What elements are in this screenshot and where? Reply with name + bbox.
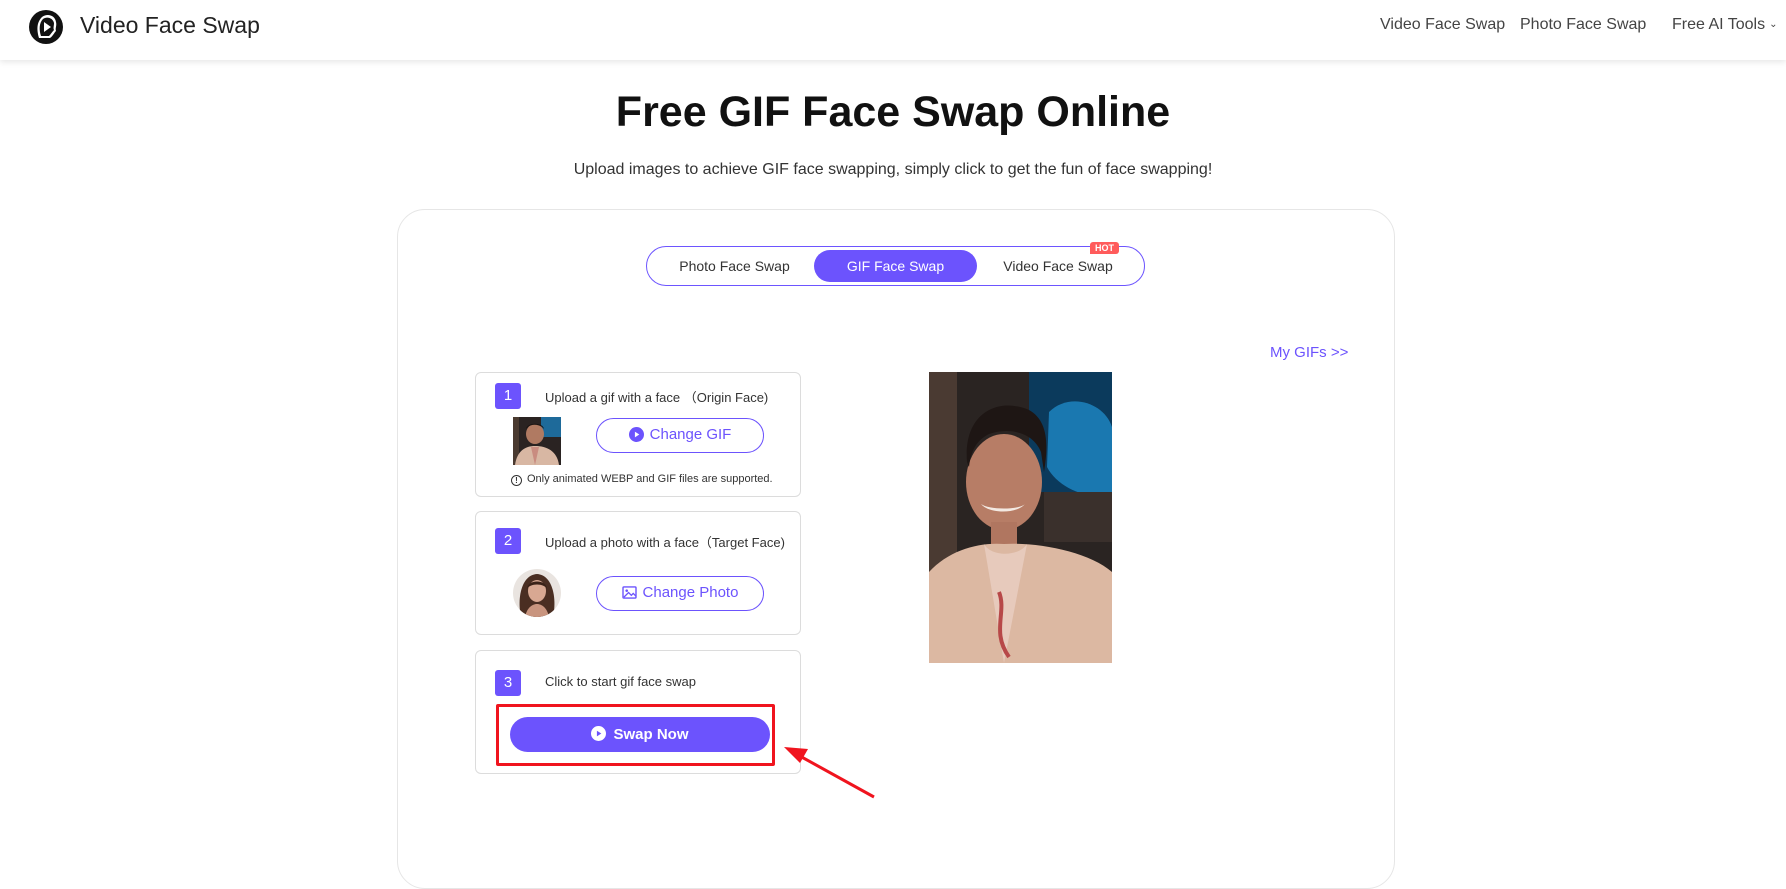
mode-tab-switcher: Photo Face Swap GIF Face Swap Video Face…: [646, 246, 1145, 286]
image-icon: [621, 585, 637, 599]
play-circle-icon: [591, 725, 607, 741]
nav-photo-face-swap[interactable]: Photo Face Swap: [1520, 16, 1646, 34]
nav-free-ai-tools[interactable]: Free AI Tools ⌄: [1672, 16, 1777, 34]
nav-label: Free AI Tools: [1672, 16, 1766, 33]
gif-preview-image: [929, 372, 1112, 663]
step-title: Upload a gif with a face （Origin Face): [545, 390, 769, 405]
nav-label: Photo Face Swap: [1520, 16, 1647, 33]
supported-formats-note: ! Only animated WEBP and GIF files are su…: [511, 473, 773, 486]
step-number: 1: [495, 383, 521, 409]
tab-photo-face-swap[interactable]: Photo Face Swap: [661, 250, 808, 282]
play-circle-icon: [628, 426, 644, 442]
change-photo-button[interactable]: Change Photo: [596, 576, 764, 611]
page-subtitle: Upload images to achieve GIF face swappi…: [573, 161, 1213, 178]
my-gifs-link[interactable]: My GIFs >>: [1270, 344, 1348, 361]
chevron-down-icon: ⌄: [1769, 19, 1778, 30]
step-1-card: 1 Upload a gif with a face （Origin Face)…: [475, 372, 801, 497]
step-number: 2: [495, 528, 521, 554]
button-label: Change GIF: [649, 426, 732, 443]
page-title: Free GIF Face Swap Online: [615, 88, 1171, 136]
nav-label: Video Face Swap: [1380, 16, 1506, 33]
brand-name[interactable]: Video Face Swap: [80, 12, 260, 39]
top-header: Video Face Swap Video Face Swap Photo Fa…: [0, 0, 1786, 60]
button-label: Swap Now: [613, 726, 689, 743]
tab-video-face-swap[interactable]: Video Face Swap: [983, 250, 1133, 282]
note-text: Only animated WEBP and GIF files are sup…: [527, 473, 773, 485]
change-gif-button[interactable]: Change GIF: [596, 418, 764, 453]
hot-badge: HOT: [1090, 242, 1119, 254]
face-play-logo-icon[interactable]: [28, 9, 64, 45]
step-title: Upload a photo with a face（Target Face): [545, 535, 785, 550]
nav-video-face-swap[interactable]: Video Face Swap: [1380, 16, 1505, 34]
step-3-card: 3 Click to start gif face swap Swap Now: [475, 650, 801, 774]
step-title: Click to start gif face swap: [545, 674, 696, 689]
target-face-avatar: [513, 569, 561, 617]
swap-now-button[interactable]: Swap Now: [510, 717, 770, 752]
origin-gif-thumbnail: [513, 417, 561, 465]
button-label: Change Photo: [642, 584, 739, 601]
step-2-card: 2 Upload a photo with a face（Target Face…: [475, 511, 801, 635]
tab-gif-face-swap[interactable]: GIF Face Swap: [814, 250, 977, 282]
info-icon: !: [511, 475, 522, 486]
step-number: 3: [495, 670, 521, 696]
